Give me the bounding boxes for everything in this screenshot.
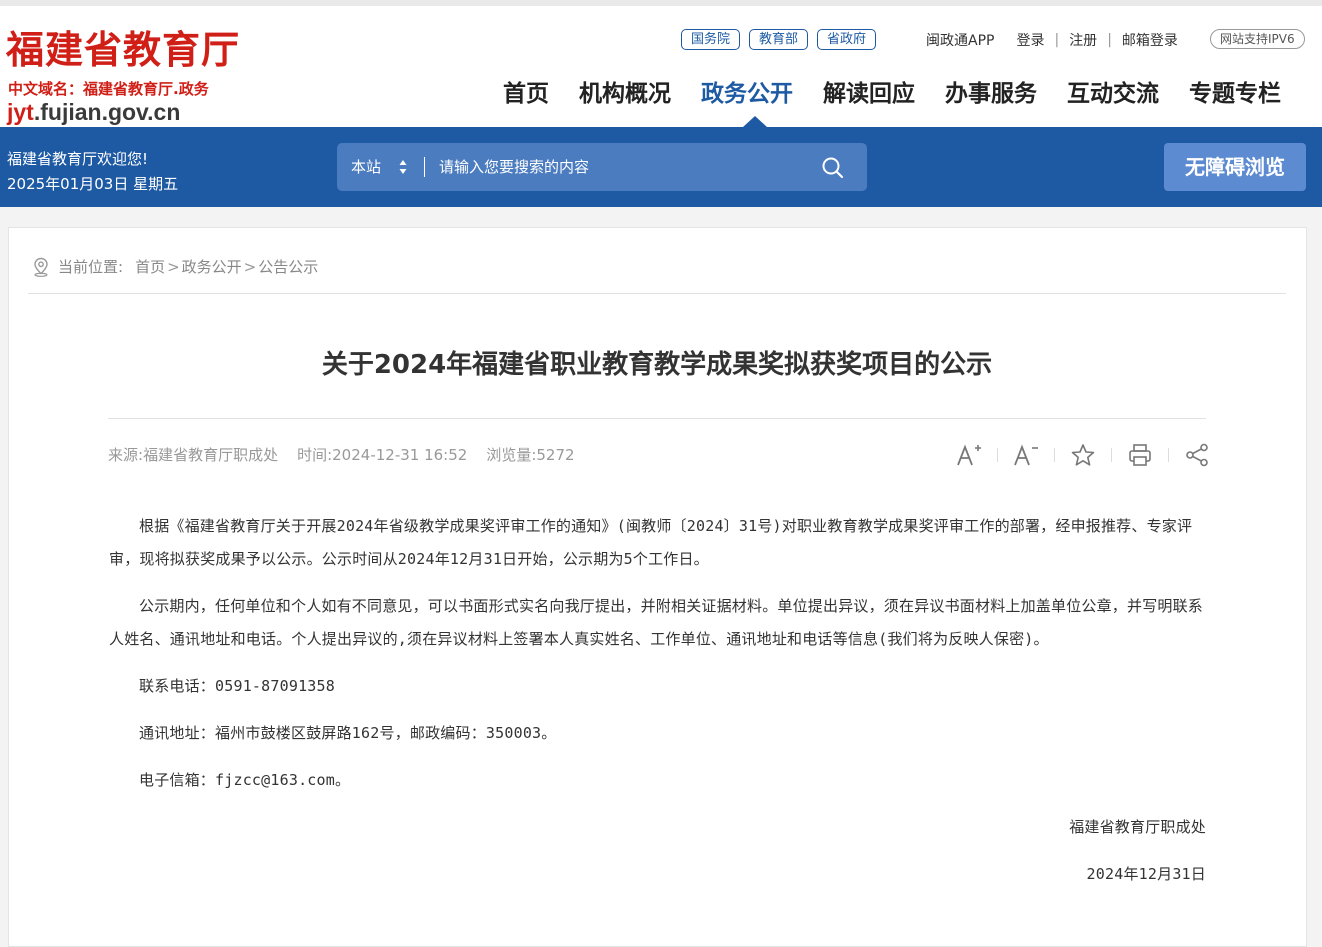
welcome-block: 福建省教育厅欢迎您! 2025年01月03日 星期五 <box>7 147 178 197</box>
breadcrumb-home[interactable]: 首页 <box>135 256 165 277</box>
nav-home[interactable]: 首页 <box>488 76 564 112</box>
search-bar: 本站 <box>337 143 867 191</box>
location-pin-icon <box>34 257 48 277</box>
link-state-council[interactable]: 国务院 <box>681 29 741 50</box>
nav-gov-affairs[interactable]: 政务公开 <box>686 76 808 112</box>
updown-arrows-icon[interactable] <box>399 159 407 175</box>
divider <box>28 293 1286 294</box>
meta-views: 浏览量:5272 <box>486 444 574 465</box>
meta-time-label: 时间: <box>297 446 333 464</box>
tool-separator <box>1054 448 1055 462</box>
article-signature: 福建省教育厅职成处 <box>1069 818 1206 836</box>
link-minzhengtong-app[interactable]: 闽政通APP <box>926 30 994 50</box>
top-links: 闽政通APP 登录 | 注册 | 邮箱登录 <box>926 30 1178 50</box>
meta-time-value: 2024-12-31 16:52 <box>332 446 468 464</box>
meta-source-value: 福建省教育厅职成处 <box>143 446 279 464</box>
register-link[interactable]: 注册 <box>1069 30 1097 50</box>
link-ministry-education[interactable]: 教育部 <box>749 29 809 50</box>
nav-organization[interactable]: 机构概况 <box>564 76 686 112</box>
breadcrumb-arrow: > <box>243 257 257 276</box>
font-increase-button[interactable] <box>955 442 983 468</box>
article-tools <box>955 442 1211 468</box>
contact-email: 电子信箱：fjzcc@163.com。 <box>139 771 351 789</box>
active-nav-caret-icon <box>743 116 767 127</box>
site-header: 福建省教育厅 中文域名：福建省教育厅.政务 jyt.fujian.gov.cn … <box>0 0 1322 127</box>
separator: | <box>1107 32 1112 48</box>
meta-source: 来源:福建省教育厅职成处 <box>108 444 278 465</box>
tool-separator <box>1111 448 1112 462</box>
printer-icon <box>1129 444 1151 466</box>
breadcrumb-label: 当前位置: <box>58 258 124 276</box>
logo-url-rest: .fujian.gov.cn <box>33 99 181 125</box>
contact-phone: 联系电话：0591-87091358 <box>139 677 336 695</box>
search-divider <box>424 157 425 177</box>
site-logo-url: jyt.fujian.gov.cn <box>7 99 180 126</box>
nav-interaction[interactable]: 互动交流 <box>1052 76 1174 112</box>
site-logo-title[interactable]: 福建省教育厅 <box>6 28 240 72</box>
search-input[interactable] <box>439 151 799 183</box>
print-button[interactable] <box>1126 442 1154 468</box>
font-decrease-button[interactable] <box>1012 442 1040 468</box>
tool-separator <box>997 448 998 462</box>
font-increase-icon <box>957 444 981 466</box>
article-meta: 来源:福建省教育厅职成处 时间:2024-12-31 16:52 浏览量:527… <box>108 444 594 465</box>
nav-services[interactable]: 办事服务 <box>930 76 1052 112</box>
breadcrumb: 当前位置: 首页 > 政务公开 > 公告公示 <box>32 256 318 277</box>
main-nav: 首页 机构概况 政务公开 解读回应 办事服务 互动交流 专题专栏 <box>488 76 1296 112</box>
current-date: 2025年01月03日 星期五 <box>7 175 179 193</box>
meta-source-label: 来源: <box>108 446 144 464</box>
welcome-text: 福建省教育厅欢迎您! <box>7 150 149 168</box>
star-icon <box>1071 444 1095 466</box>
meta-views-value: 5272 <box>536 446 575 464</box>
breadcrumb-announcements[interactable]: 公告公示 <box>258 256 318 277</box>
article-paragraph: 公示期内，任何单位和个人如有不同意见，可以书面形式实名向我厅提出，并附相关证据材… <box>109 597 1204 648</box>
site-logo-domain: 中文域名：福建省教育厅.政务 <box>8 80 209 98</box>
article-sign-date: 2024年12月31日 <box>1086 865 1206 883</box>
link-provincial-government[interactable]: 省政府 <box>817 29 877 50</box>
mail-login-link[interactable]: 邮箱登录 <box>1122 30 1178 50</box>
ipv6-badge: 网站支持IPV6 <box>1210 29 1305 49</box>
divider <box>108 418 1206 419</box>
share-icon <box>1186 443 1208 467</box>
article-body: 根据《福建省教育厅关于开展2024年省级教学成果奖评审工作的通知》(闽教师〔20… <box>109 510 1206 905</box>
logo-url-prefix: jyt <box>7 99 34 125</box>
breadcrumb-gov-affairs[interactable]: 政务公开 <box>182 256 242 277</box>
nav-interpretation[interactable]: 解读回应 <box>808 76 930 112</box>
accessibility-button[interactable]: 无障碍浏览 <box>1164 143 1306 191</box>
meta-views-label: 浏览量: <box>486 446 537 464</box>
contact-address: 通讯地址：福州市鼓楼区鼓屏路162号，邮政编码：350003。 <box>139 724 557 742</box>
separator: | <box>1054 32 1060 48</box>
breadcrumb-arrow: > <box>167 257 180 276</box>
favorite-button[interactable] <box>1069 442 1097 468</box>
external-links: 国务院 教育部 省政府 <box>681 29 877 50</box>
search-icon[interactable] <box>821 156 845 180</box>
meta-time: 时间:2024-12-31 16:52 <box>297 444 467 465</box>
login-link[interactable]: 登录 <box>1016 30 1044 50</box>
article-paragraph: 根据《福建省教育厅关于开展2024年省级教学成果奖评审工作的通知》(闽教师〔20… <box>109 517 1193 568</box>
article-title: 关于2024年福建省职业教育教学成果奖拟获奖项目的公示 <box>321 350 993 380</box>
font-decrease-icon <box>1014 444 1038 466</box>
search-scope-select[interactable]: 本站 <box>351 143 381 191</box>
share-button[interactable] <box>1183 442 1211 468</box>
tool-separator <box>1168 448 1169 462</box>
nav-special-topics[interactable]: 专题专栏 <box>1174 76 1296 112</box>
